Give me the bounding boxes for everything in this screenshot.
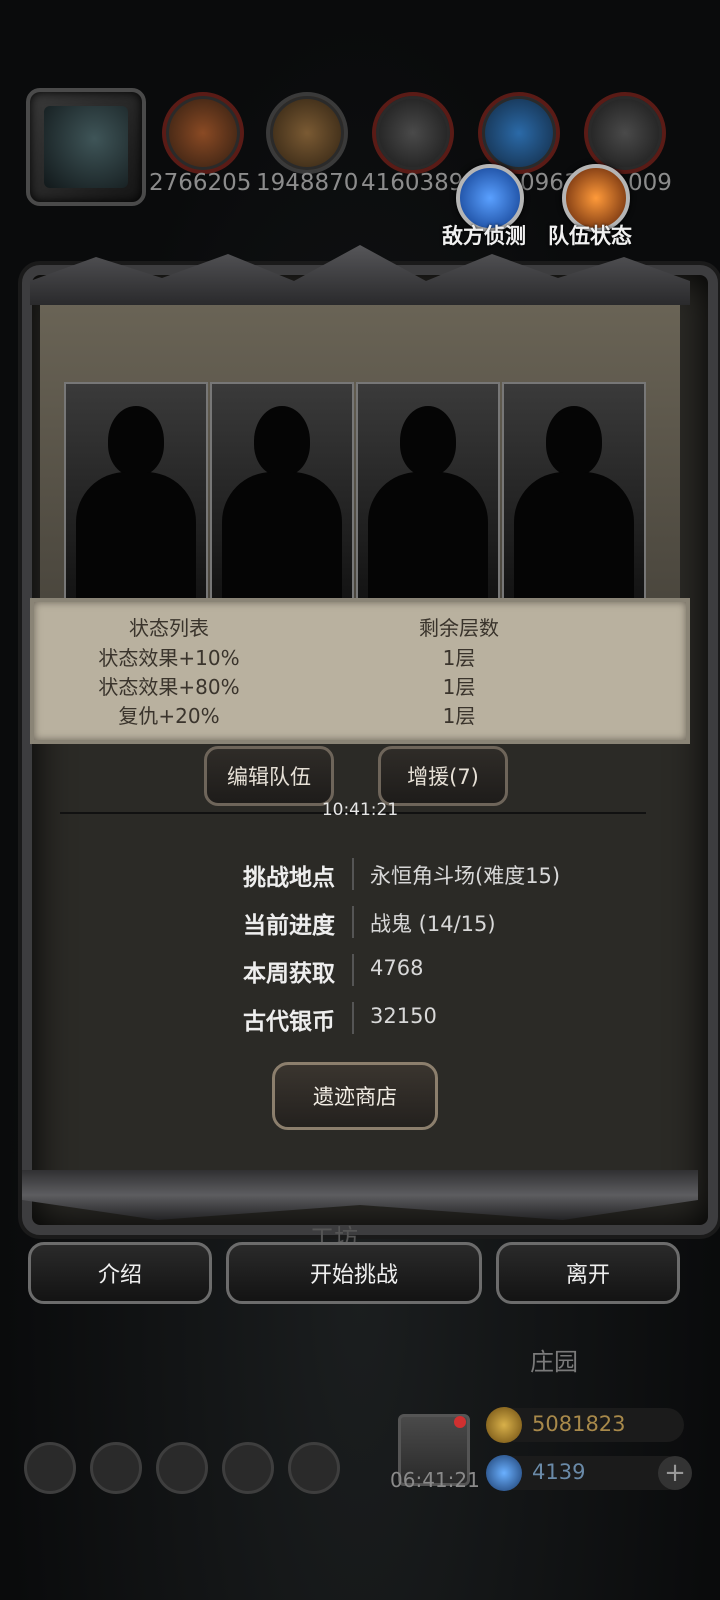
- wood-value: 1948870: [256, 170, 359, 196]
- info-separator: [352, 906, 354, 938]
- building-icon[interactable]: [156, 1442, 208, 1494]
- relic-shop-button[interactable]: 遗迹商店: [272, 1062, 438, 1130]
- status-header-layers: 剩余层数: [419, 616, 499, 640]
- reinforce-timer: 10:41:21: [321, 800, 399, 820]
- status-row-effect: 状态效果+10%: [98, 646, 240, 670]
- silhouette-icon: [546, 406, 602, 476]
- silhouette-icon: [254, 406, 310, 476]
- gold-value: 5081823: [532, 1412, 626, 1436]
- manor-label: 庄园: [530, 1348, 578, 1376]
- status-header-effect: 状态列表: [129, 616, 209, 640]
- gem-display: 4139: [486, 1455, 684, 1491]
- team-slot-3[interactable]: [356, 382, 500, 601]
- info-label-progress: 当前进度: [243, 913, 335, 939]
- start-challenge-button[interactable]: 开始挑战: [226, 1242, 482, 1304]
- info-label-coins: 古代银币: [243, 1009, 335, 1035]
- iron-value: 009: [628, 170, 672, 196]
- gem-icon: [486, 1455, 522, 1491]
- gold-coin-icon: [486, 1407, 522, 1443]
- crystal-resource-icon[interactable]: [478, 92, 560, 174]
- mail-icon[interactable]: [222, 1442, 274, 1494]
- avatar-image: [44, 106, 128, 188]
- wood-resource-icon[interactable]: [266, 92, 348, 174]
- gem-value: 4139: [532, 1460, 586, 1484]
- status-row-effect: 状态效果+80%: [98, 675, 240, 699]
- info-separator: [352, 858, 354, 890]
- info-value-weekly: 4768: [370, 956, 424, 980]
- edit-team-button[interactable]: 编辑队伍: [204, 746, 334, 806]
- stone-value: 4160389: [361, 170, 464, 196]
- status-row-layers: 1层: [442, 704, 476, 728]
- player-avatar[interactable]: [26, 88, 146, 206]
- info-value-coins: 32150: [370, 1004, 437, 1028]
- gold-display: 5081823: [486, 1407, 684, 1443]
- reinforce-button[interactable]: 增援(7): [378, 746, 508, 806]
- silhouette-icon: [108, 406, 164, 476]
- silhouette-icon: [400, 406, 456, 476]
- info-label-location: 挑战地点: [243, 865, 335, 891]
- info-separator: [352, 954, 354, 986]
- enemy-scout-label[interactable]: 敌方侦测: [442, 220, 526, 250]
- iron-resource-icon[interactable]: [584, 92, 666, 174]
- team-slot-4[interactable]: [502, 382, 646, 601]
- gift-timer: 06:41:21: [390, 1468, 480, 1492]
- food-resource-icon[interactable]: [162, 92, 244, 174]
- status-table: 状态列表 剩余层数 状态效果+10% 1层 状态效果+80% 1层 复仇+20%…: [30, 598, 690, 744]
- status-row-layers: 1层: [442, 646, 476, 670]
- info-value-location: 永恒角斗场(难度15): [370, 864, 561, 888]
- stone-resource-icon[interactable]: [372, 92, 454, 174]
- status-row-layers: 1层: [442, 675, 476, 699]
- food-value: 2766205: [149, 170, 252, 196]
- intro-button[interactable]: 介绍: [28, 1242, 212, 1304]
- status-row-effect: 复仇+20%: [118, 704, 220, 728]
- handshake-icon[interactable]: [288, 1442, 340, 1494]
- team-status-label[interactable]: 队伍状态: [548, 220, 632, 250]
- info-value-progress: 战鬼 (14/15): [370, 912, 496, 936]
- leave-button[interactable]: 离开: [496, 1242, 680, 1304]
- team-slot-2[interactable]: [210, 382, 354, 601]
- settings-icon[interactable]: [24, 1442, 76, 1494]
- add-gems-icon[interactable]: +: [658, 1456, 692, 1490]
- notification-dot: [454, 1416, 466, 1428]
- team-slot-1[interactable]: [64, 382, 208, 601]
- info-separator: [352, 1002, 354, 1034]
- info-label-weekly: 本周获取: [243, 961, 335, 987]
- hero-icon[interactable]: [90, 1442, 142, 1494]
